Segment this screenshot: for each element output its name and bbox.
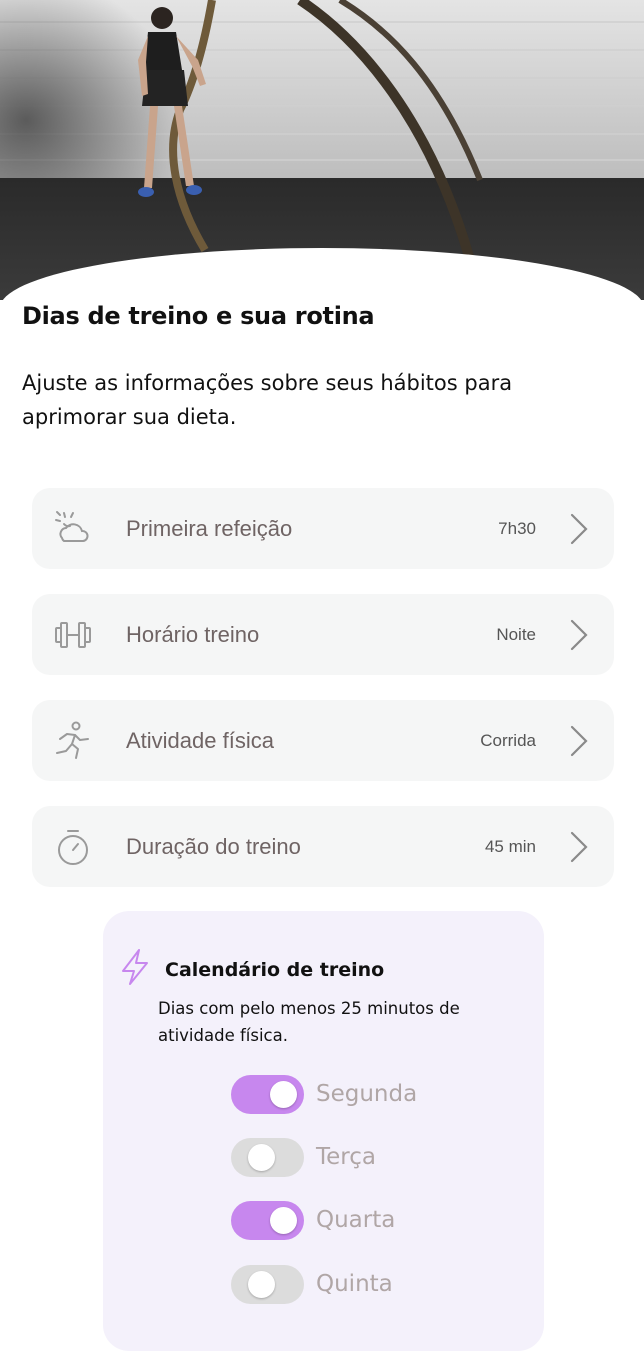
stopwatch-icon <box>58 830 88 865</box>
day-label: Segunda <box>316 1081 418 1107</box>
lightning-icon <box>122 949 148 985</box>
toggle-knob <box>248 1144 275 1171</box>
setting-first-meal[interactable]: Primeira refeição 7h30 <box>32 488 614 569</box>
toggle-knob <box>248 1271 275 1298</box>
chevron-right-icon <box>570 619 588 651</box>
day-label: Quinta <box>316 1271 393 1297</box>
toggle-switch[interactable] <box>231 1075 304 1114</box>
sun-cloud-icon <box>55 511 89 542</box>
running-icon <box>56 721 89 759</box>
dumbbell-icon <box>55 622 91 648</box>
page-subtitle: Ajuste as informações sobre seus hábitos… <box>22 371 513 429</box>
page-title: Dias de treino e sua rotina <box>22 302 375 330</box>
setting-value: 45 min <box>484 837 536 856</box>
toggle-switch[interactable] <box>231 1201 304 1240</box>
day-label: Quarta <box>316 1207 396 1233</box>
chevron-right-icon <box>570 831 588 863</box>
toggle-switch[interactable] <box>231 1265 304 1304</box>
toggle-knob <box>270 1081 297 1108</box>
day-toggle-quinta[interactable]: Quinta <box>231 1265 531 1305</box>
day-label: Terça <box>316 1144 376 1170</box>
chevron-right-icon <box>570 513 588 545</box>
toggle-knob <box>270 1207 297 1234</box>
day-toggle-terca[interactable]: Terça <box>231 1138 531 1178</box>
day-toggle-quarta[interactable]: Quarta <box>231 1201 531 1241</box>
setting-training-duration[interactable]: Duração do treino 45 min <box>32 806 614 887</box>
setting-label: Atividade física <box>126 728 274 753</box>
training-calendar-card: Calendário de treino Dias com pelo menos… <box>103 911 544 1351</box>
setting-training-time[interactable]: Horário treino Noite <box>32 594 614 675</box>
setting-label: Primeira refeição <box>126 516 293 541</box>
setting-label: Duração do treino <box>126 834 301 859</box>
calendar-description: Dias com pelo menos 25 minutos de ativid… <box>158 999 460 1045</box>
setting-value: 7h30 <box>498 519 536 538</box>
setting-physical-activity[interactable]: Atividade física Corrida <box>32 700 614 781</box>
setting-value: Noite <box>496 625 536 644</box>
toggle-switch[interactable] <box>231 1138 304 1177</box>
calendar-title: Calendário de treino <box>165 959 385 981</box>
setting-label: Horário treino <box>126 622 260 647</box>
day-toggle-segunda[interactable]: Segunda <box>231 1075 531 1115</box>
setting-value: Corrida <box>480 731 536 750</box>
chevron-right-icon <box>570 725 588 757</box>
